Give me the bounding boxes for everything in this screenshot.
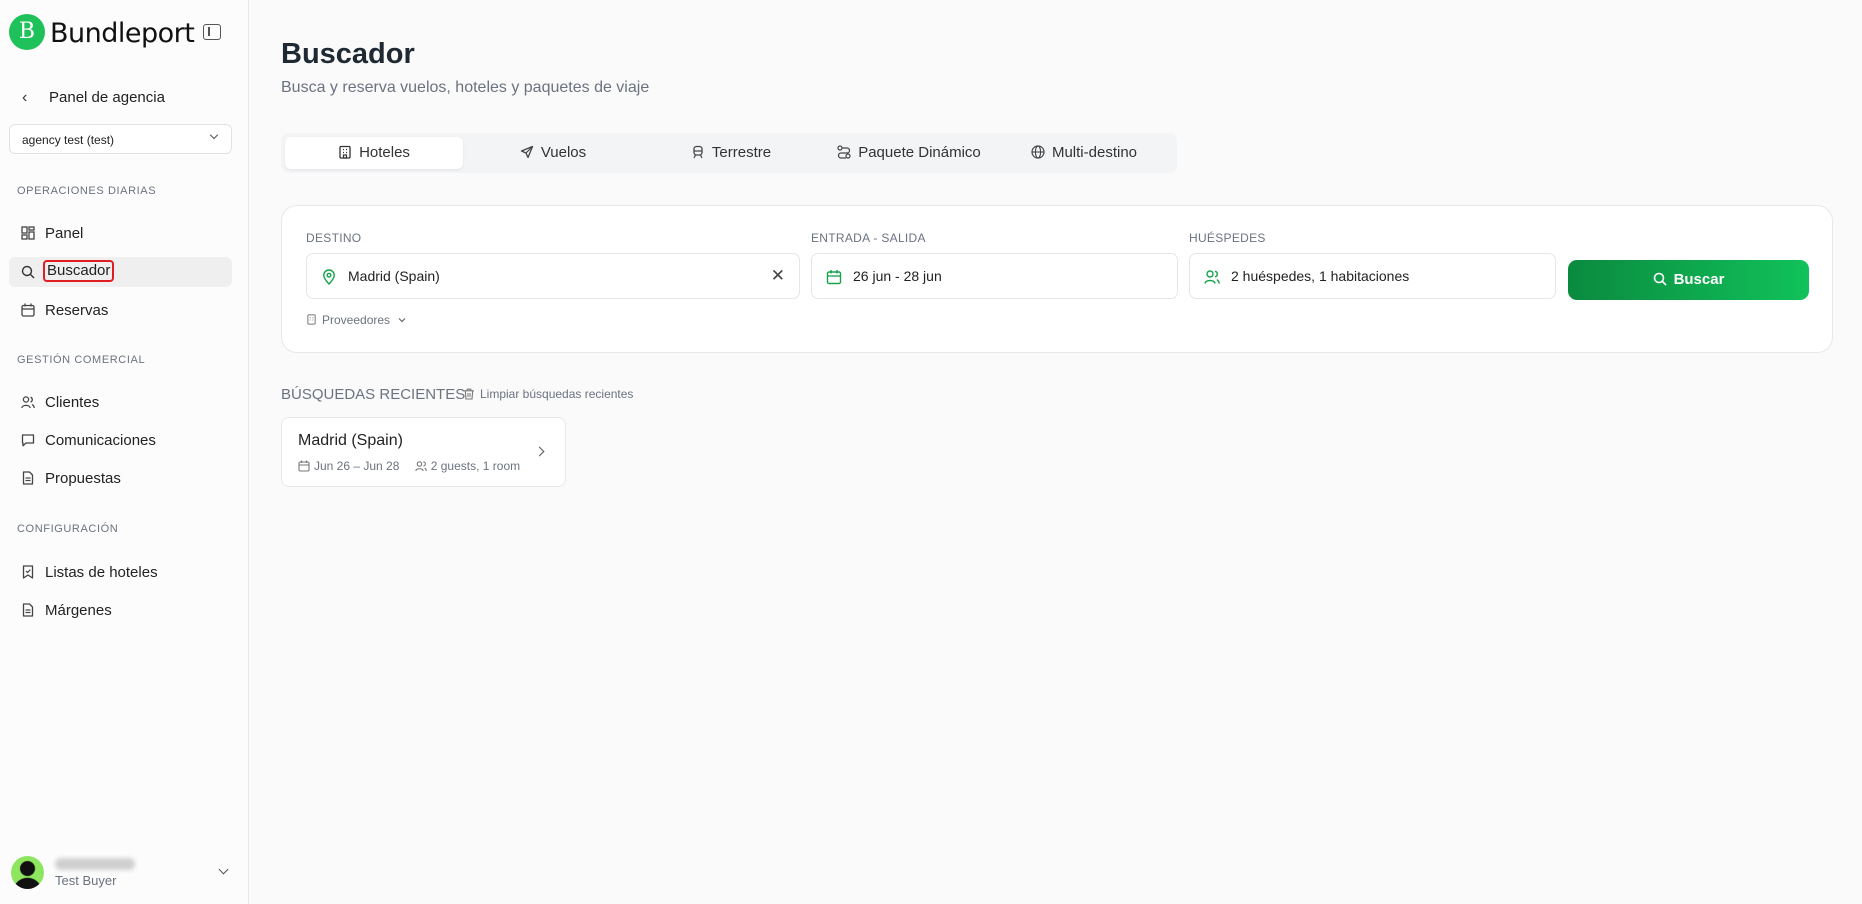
back-to-agency-panel[interactable]: ‹ Panel de agencia [22,87,232,109]
dates-value: 26 jun - 28 jun [853,268,942,284]
search-icon [21,265,35,279]
sidebar-item-buscador[interactable]: Buscador [9,257,232,287]
sidebar-item-panel[interactable]: Panel [9,218,232,248]
agency-select[interactable]: agency test (test) [9,124,232,154]
map-pin-icon [323,269,335,285]
sidebar-item-label: Propuestas [45,470,121,487]
sidebar-item-label: Clientes [45,394,100,411]
calendar-icon [826,270,842,285]
tab-label: Multi-destino [1051,144,1138,161]
guests-value: 2 huéspedes, 1 habitaciones [1231,268,1410,284]
recent-meta: Jun 26 – Jun 28 2 guests, 1 room [298,459,520,473]
chevron-down-icon [398,318,406,323]
chevron-down-icon [209,130,219,140]
plane-icon [520,145,533,159]
search-button-label: Buscar [1673,271,1725,288]
calendar-icon [298,460,310,472]
users-icon [21,396,35,409]
recent-destination: Madrid (Spain) [298,432,403,449]
clear-recent-searches[interactable]: Limpiar búsquedas recientes [463,387,633,401]
tab-paquete-dinamico[interactable]: Paquete Dinámico [820,137,998,169]
user-menu[interactable]: Test Buyer [11,856,241,890]
agency-select-value: agency test (test) [22,133,115,147]
back-label: Panel de agencia [49,89,165,106]
page-subtitle: Busca y reserva vuelos, hoteles y paquet… [281,79,650,96]
sidebar-item-label: Panel [45,225,84,242]
document-icon [22,603,34,617]
page-title: Buscador [281,38,415,70]
recent-dates: Jun 26 – Jun 28 [314,459,400,473]
tab-label: Hoteles [359,144,410,161]
users-icon [415,461,427,472]
destination-value: Madrid (Spain) [348,268,440,284]
tab-label: Terrestre [711,144,772,161]
dates-label: ENTRADA - SALIDA [811,231,926,245]
dates-field[interactable]: 26 jun - 28 jun [811,253,1178,299]
sidebar-toggle-icon[interactable] [203,24,221,40]
section-title-configuracion: CONFIGURACIÓN [17,523,119,535]
chevron-left-icon: ‹ [22,89,28,106]
calendar-icon [21,303,35,317]
users-icon [1204,270,1220,284]
train-icon [693,145,703,159]
chevron-right-icon [534,446,545,457]
document-icon [22,471,34,485]
clear-destination-icon[interactable]: ✕ [771,266,785,286]
sidebar-item-label: Márgenes [45,602,112,619]
tab-terrestre[interactable]: Terrestre [642,137,820,169]
search-icon [1653,272,1667,286]
avatar [11,856,44,889]
sidebar-item-label: Buscador [43,260,115,282]
user-role: Test Buyer [55,873,117,888]
route-icon [837,145,851,159]
sidebar-item-comunicaciones[interactable]: Comunicaciones [9,425,232,455]
user-name-blurred [55,858,135,870]
trash-icon [464,388,474,400]
logo-mark-icon: B [9,14,45,50]
recent-search-card[interactable]: Madrid (Spain) Jun 26 – Jun 28 2 guests,… [281,417,566,487]
search-button[interactable]: Buscar [1568,260,1809,300]
tab-hoteles[interactable]: Hoteles [285,137,463,169]
sidebar-item-label: Listas de hoteles [45,564,158,581]
search-form: DESTINO Madrid (Spain) ✕ ENTRADA - SALID… [281,205,1833,353]
sidebar-item-clientes[interactable]: Clientes [9,387,232,417]
sidebar-item-label: Reservas [45,302,109,319]
sidebar-item-reservas[interactable]: Reservas [9,295,232,325]
sidebar-item-listas-hoteles[interactable]: Listas de hoteles [9,557,232,587]
tab-label: Vuelos [540,144,587,161]
providers-label: Proveedores [322,313,391,327]
guests-field[interactable]: 2 huéspedes, 1 habitaciones [1189,253,1556,299]
guests-label: HUÉSPEDES [1189,231,1266,245]
search-type-tabs: Hoteles Vuelos Terrestre Paquete Dinámic… [281,133,1177,173]
chat-icon [21,434,35,447]
chevron-down-icon [218,864,229,875]
clear-recent-label: Limpiar búsquedas recientes [480,387,634,401]
tab-vuelos[interactable]: Vuelos [464,137,642,169]
sidebar-item-margenes[interactable]: Márgenes [9,595,232,625]
building-icon [307,314,316,325]
tab-multi-destino[interactable]: Multi-destino [995,137,1173,169]
globe-icon [1031,145,1045,159]
recent-searches-title: BÚSQUEDAS RECIENTES [281,386,466,403]
recent-guests: 2 guests, 1 room [430,459,521,473]
providers-dropdown[interactable]: Proveedores [306,313,407,327]
bookmark-icon [22,565,34,579]
destination-field[interactable]: Madrid (Spain) ✕ [306,253,800,299]
logo-text: Bundleport [50,18,195,49]
hotel-icon [339,145,351,159]
sidebar-item-propuestas[interactable]: Propuestas [9,463,232,493]
destination-label: DESTINO [306,231,362,245]
sidebar: B Bundleport ‹ Panel de agencia agency t… [0,0,249,904]
tab-label: Paquete Dinámico [858,144,981,161]
section-title-gestion: GESTIÓN COMERCIAL [17,354,146,366]
dashboard-icon [21,226,35,240]
sidebar-item-label: Comunicaciones [45,432,156,449]
section-title-operaciones: OPERACIONES DIARIAS [17,185,157,197]
